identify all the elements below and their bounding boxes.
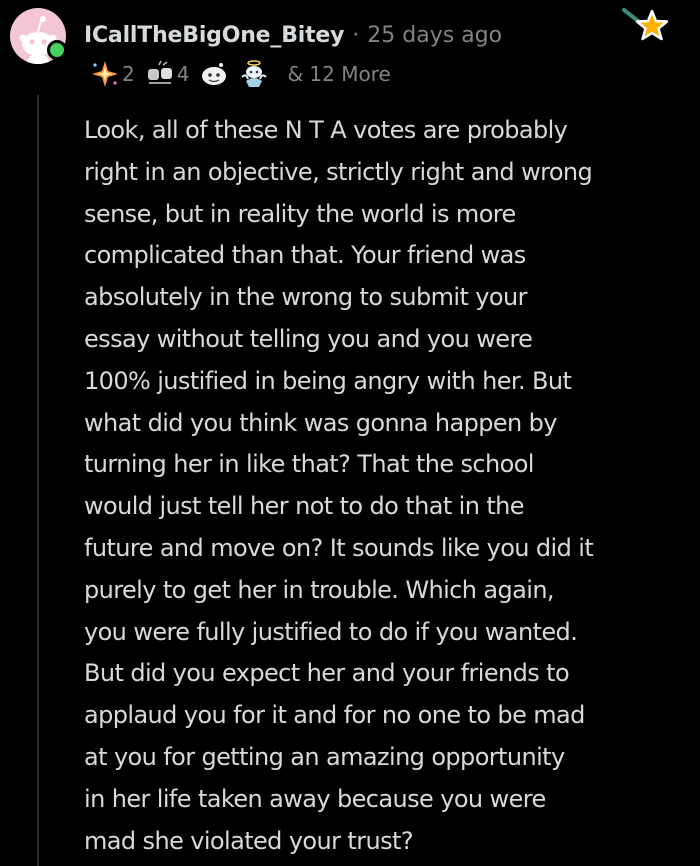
snoo-face-award-icon — [202, 63, 227, 85]
comment-body-line: at you for getting an amazing opportunit… — [84, 742, 565, 771]
comment-body-line: complicated than that. Your friend was — [84, 241, 526, 270]
thread-line[interactable] — [37, 95, 39, 866]
comment-body-line: purely to get her in trouble. Which agai… — [84, 575, 555, 604]
comment-body-line: in her life taken away because you were — [84, 784, 546, 813]
comment-body-line: what did you think was gonna happen by — [84, 408, 557, 437]
comment-header: ICallTheBigOne_Bitey · 25 days ago — [84, 18, 502, 52]
comment-body-line: 100% justified in being angry with her. … — [84, 366, 572, 395]
award-count: 4 — [176, 62, 190, 86]
star-award-icon[interactable] — [622, 6, 670, 50]
award-count: 2 — [122, 62, 135, 86]
comment-body-line: applaud you for it and for no one to be … — [84, 701, 585, 730]
comment-body-line: sense, but in reality the world is more — [84, 199, 516, 228]
username[interactable]: ICallTheBigOne_Bitey — [84, 23, 344, 48]
comment-body-line: Look, all of these N T A votes are proba… — [84, 116, 568, 144]
comment-body-line: But did you expect her and your friends … — [84, 659, 570, 688]
comment-body-line: essay without telling you and you were — [84, 324, 533, 353]
award-snoo-face[interactable] — [199, 59, 229, 89]
more-awards-link[interactable]: & 12 More — [287, 62, 390, 86]
award-fist-bump[interactable]: 4 — [145, 59, 190, 89]
comment-body-line: right in an objective, strictly right an… — [84, 157, 593, 186]
comment-body-line: turning her in like that? That the schoo… — [84, 450, 534, 479]
award-sparkle[interactable]: 2 — [90, 59, 135, 89]
fist-bump-award-icon — [147, 60, 172, 84]
online-status-indicator — [47, 40, 67, 60]
meta-separator: · — [352, 22, 360, 48]
comment-body-line: future and move on? It sounds like you d… — [84, 533, 594, 562]
comment-body-line: mad she violated your trust? — [84, 826, 414, 855]
timestamp: 25 days ago — [367, 22, 503, 48]
angel-snoo-award-icon — [241, 60, 268, 87]
comment-body-line: you were fully justified to do if you wa… — [84, 617, 578, 646]
awards-row[interactable]: 2 4 & 12 More — [90, 58, 391, 90]
comment-body-line: absolutely in the wrong to submit your — [84, 283, 527, 312]
comment-body: Look, all of these N T A votes are proba… — [84, 110, 684, 862]
comment-body-line: would just tell her not to do that in th… — [84, 492, 525, 521]
award-angel-snoo[interactable] — [239, 59, 269, 89]
sparkle-award-icon — [92, 61, 118, 87]
